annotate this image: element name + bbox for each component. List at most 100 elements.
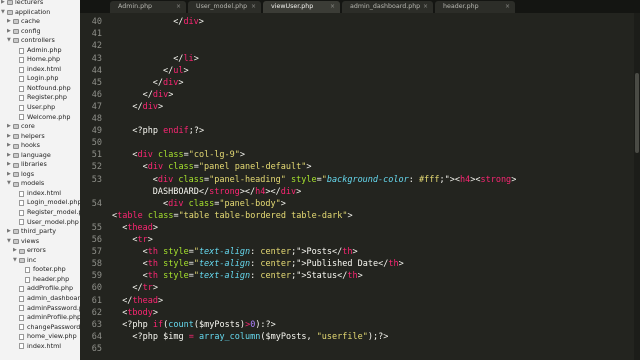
file-item[interactable]: changePassword: [0, 323, 80, 333]
folder-item[interactable]: ▶ cache: [0, 17, 80, 27]
code-token: "userfile": [316, 331, 368, 342]
code-token: </: [132, 283, 143, 294]
folder-item[interactable]: ▶ core: [0, 122, 80, 132]
code-line[interactable]: <?php endif;?>: [132, 125, 204, 137]
code-line[interactable]: <tr>: [132, 234, 153, 246]
code-token: ></: [239, 186, 256, 197]
folder-item[interactable]: ▼ inc: [0, 256, 80, 266]
chevron-right-icon[interactable]: ▶: [7, 27, 11, 37]
file-item[interactable]: Welcome.php: [0, 113, 80, 123]
folder-item[interactable]: ▶ logs: [0, 170, 80, 180]
chevron-down-icon[interactable]: ▼: [1, 8, 5, 18]
code-line[interactable]: <div class="col-lg-9">: [132, 149, 245, 161]
folder-item[interactable]: ▶ lecturers: [0, 0, 80, 8]
chevron-right-icon[interactable]: ▶: [7, 151, 11, 161]
file-item[interactable]: index.html: [0, 189, 80, 199]
file-tree-sidebar: ▶ lecturers ▼ application ▶ cache ▶ config ▼ cont…: [0, 0, 81, 360]
file-item[interactable]: header.php: [0, 275, 80, 285]
file-item[interactable]: Register_model.php: [0, 208, 80, 218]
code-line[interactable]: </div>: [143, 89, 174, 101]
chevron-down-icon[interactable]: ▼: [7, 237, 11, 247]
file-item[interactable]: footer.php: [0, 265, 80, 275]
close-icon[interactable]: ×: [423, 1, 428, 13]
folder-item[interactable]: ▶ libraries: [0, 160, 80, 170]
file-item[interactable]: Notfound.php: [0, 84, 80, 94]
code-token: strong: [209, 186, 240, 197]
tab-viewuser-php[interactable]: viewUser.php ×: [263, 1, 340, 13]
close-icon[interactable]: ×: [251, 1, 256, 13]
file-icon: [19, 200, 24, 207]
file-item[interactable]: Home.php: [0, 55, 80, 65]
code-line[interactable]: </thead>: [122, 295, 163, 307]
code-line[interactable]: </div>: [132, 101, 163, 113]
tab-admin-dashboard-php[interactable]: admin_dashboard.php ×: [342, 1, 433, 13]
code-line[interactable]: <tbody>: [122, 307, 158, 319]
file-item[interactable]: Register.php: [0, 93, 80, 103]
folder-item[interactable]: ▼ models: [0, 179, 80, 189]
code-line[interactable]: <div class="panel panel-default">: [143, 161, 312, 173]
chevron-down-icon[interactable]: ▼: [13, 256, 17, 266]
code-line[interactable]: <thead>: [122, 222, 158, 234]
file-item[interactable]: admin_dashboard: [0, 294, 80, 304]
tree-item-label: adminProfile.php: [27, 313, 81, 322]
vertical-scrollbar[interactable]: [634, 13, 640, 360]
code-line[interactable]: <div class="panel-heading" style="backgr…: [153, 174, 517, 186]
file-item[interactable]: home_view.php: [0, 332, 80, 342]
code-line[interactable]: <th style="text-align: center;">Status</…: [143, 270, 363, 282]
folder-item[interactable]: ▶ helpers: [0, 132, 80, 142]
code-line[interactable]: <?php if(count($myPosts)>0):?>: [122, 319, 276, 331]
code-line[interactable]: <th style="text-align: center;">Publishe…: [143, 258, 404, 270]
chevron-right-icon[interactable]: ▶: [7, 160, 11, 170]
folder-item[interactable]: ▶ config: [0, 27, 80, 37]
code-line[interactable]: <table class="table table-bordered table…: [112, 210, 353, 222]
chevron-right-icon[interactable]: ▶: [1, 0, 5, 8]
chevron-right-icon[interactable]: ▶: [7, 141, 11, 151]
chevron-right-icon[interactable]: ▶: [7, 132, 11, 142]
file-item[interactable]: Login.php: [0, 74, 80, 84]
chevron-right-icon[interactable]: ▶: [13, 246, 17, 256]
file-item[interactable]: User.php: [0, 103, 80, 113]
file-item[interactable]: addProfile.php: [0, 284, 80, 294]
file-icon: [19, 343, 24, 350]
folder-item[interactable]: ▼ application: [0, 8, 80, 18]
tab-admin-php[interactable]: Admin.php ×: [110, 1, 186, 13]
line-number: 46: [91, 89, 102, 100]
code-line[interactable]: </li>: [173, 53, 199, 65]
tab-user-model-php[interactable]: User_model.php ×: [188, 1, 261, 13]
chevron-down-icon[interactable]: ▼: [7, 36, 11, 46]
chevron-right-icon[interactable]: ▶: [7, 17, 11, 27]
code-line[interactable]: <th style="text-align: center;">Posts</t…: [143, 246, 358, 258]
file-item[interactable]: adminPassword.p: [0, 304, 80, 314]
folder-item[interactable]: ▶ hooks: [0, 141, 80, 151]
chevron-right-icon[interactable]: ▶: [7, 122, 11, 132]
code-line[interactable]: </tr>: [132, 282, 158, 294]
folder-item[interactable]: ▶ errors: [0, 246, 80, 256]
folder-item[interactable]: ▼ controllers: [0, 36, 80, 46]
scrollbar-thumb[interactable]: [635, 73, 639, 153]
chevron-right-icon[interactable]: ▶: [7, 227, 11, 237]
close-icon[interactable]: ×: [505, 1, 510, 13]
line-number: 61: [91, 295, 102, 306]
code-line[interactable]: <?php $img = array_column($myPosts, "use…: [132, 331, 388, 343]
file-item[interactable]: Login_model.php: [0, 198, 80, 208]
tab-header-php[interactable]: header.php ×: [435, 1, 515, 13]
code-editor[interactable]: </div> </li> </ul> </div> </div> </div> <?php …: [112, 13, 640, 360]
file-item[interactable]: adminProfile.php: [0, 313, 80, 323]
file-item[interactable]: User_model.php: [0, 218, 80, 228]
folder-item[interactable]: ▶ third_party: [0, 227, 80, 237]
close-icon[interactable]: ×: [330, 1, 335, 13]
folder-item[interactable]: ▼ views: [0, 237, 80, 247]
file-item[interactable]: index.html: [0, 342, 80, 352]
file-item[interactable]: Admin.php: [0, 46, 80, 56]
code-line[interactable]: </ul>: [163, 65, 189, 77]
close-icon[interactable]: ×: [176, 1, 181, 13]
code-line[interactable]: </div>: [153, 77, 184, 89]
code-line[interactable]: DASHBOARD</strong></h4></div>: [153, 186, 301, 198]
chevron-down-icon[interactable]: ▼: [7, 179, 11, 189]
folder-item[interactable]: ▶ language: [0, 151, 80, 161]
code-line[interactable]: <div class="panel-body">: [163, 198, 286, 210]
code-line[interactable]: </div>: [173, 16, 204, 28]
chevron-right-icon[interactable]: ▶: [7, 170, 11, 180]
code-token: ;">Status</: [291, 271, 348, 282]
file-item[interactable]: index.html: [0, 65, 80, 75]
